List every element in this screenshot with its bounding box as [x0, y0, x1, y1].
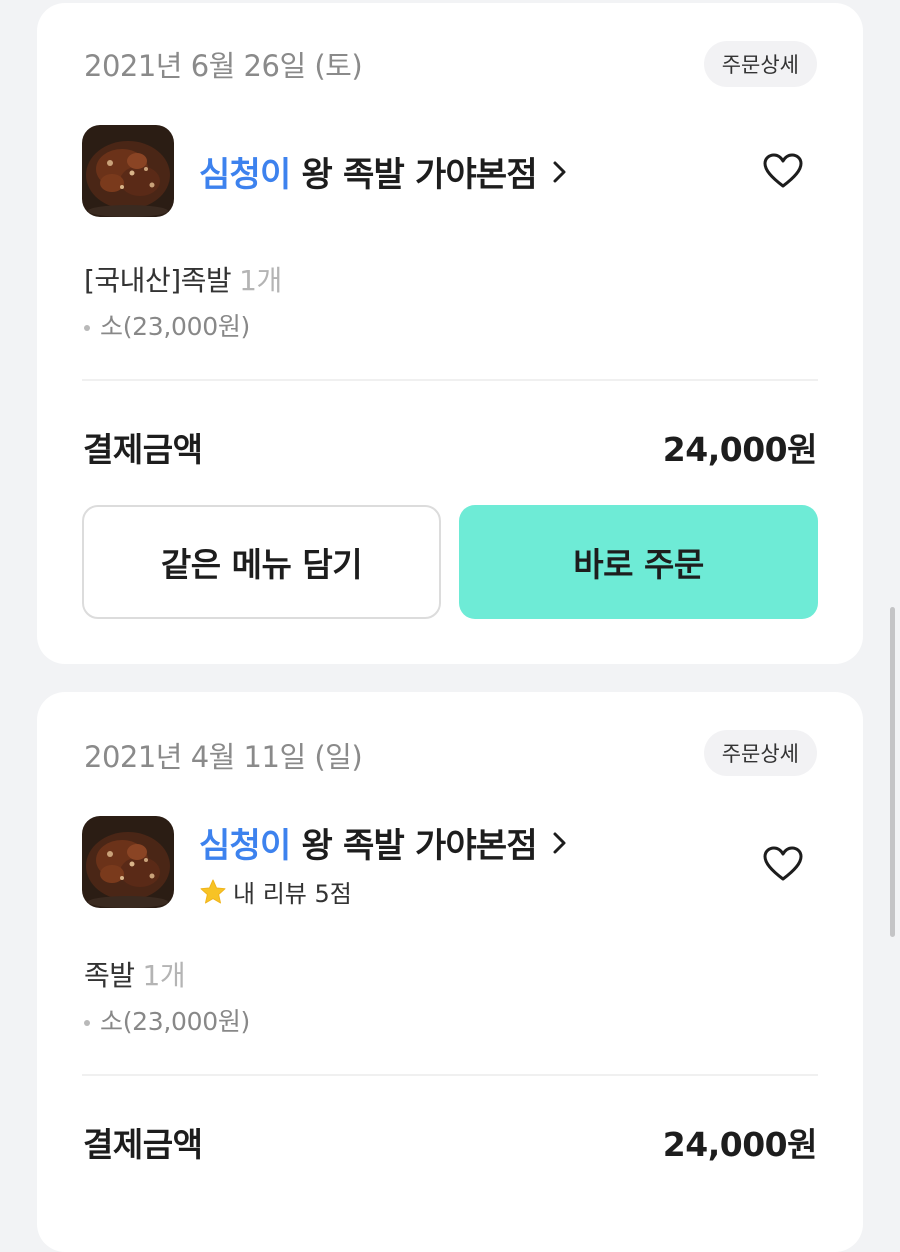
order-detail-button[interactable]: 주문상세	[703, 730, 817, 776]
heart-icon[interactable]	[763, 153, 803, 189]
store-link[interactable]: 심청이 왕 족발 가야본점	[199, 147, 569, 196]
store-link[interactable]: 심청이 왕 족발 가야본점	[199, 818, 569, 867]
menu-item: 족발 1개	[84, 954, 186, 994]
scrollbar[interactable]	[890, 607, 895, 937]
menu-option-text: 소(23,000원)	[100, 312, 250, 341]
menu-item-qty: 1개	[142, 959, 186, 992]
menu-item-name: 족발	[84, 959, 135, 992]
store-brand: 심청이	[199, 155, 291, 195]
order-detail-button[interactable]: 주문상세	[703, 41, 817, 87]
star-icon	[200, 879, 226, 903]
bullet-dot	[84, 325, 90, 331]
my-review[interactable]: 내 리뷰 5점	[199, 874, 352, 909]
store-thumbnail[interactable]	[82, 125, 174, 217]
menu-item: [국내산]족발 1개	[84, 259, 282, 299]
chevron-right-icon	[553, 161, 566, 182]
menu-item-qty: 1개	[239, 264, 282, 297]
order-now-button[interactable]: 바로 주문	[459, 505, 818, 619]
menu-item-name: [국내산]족발	[84, 264, 232, 297]
bullet-dot	[84, 1020, 90, 1026]
store-name: 왕 족발 가야본점	[301, 826, 537, 866]
add-same-menu-button[interactable]: 같은 메뉴 담기	[82, 505, 441, 619]
order-card: 2021년 6월 26일 (토) 주문상세 심청이 왕 족발 가야본점 [국내산…	[37, 3, 863, 664]
menu-option: 소(23,000원)	[84, 307, 250, 343]
payment-amount: 24,000원	[662, 1125, 818, 1164]
menu-option-text: 소(23,000원)	[100, 1007, 250, 1036]
food-image	[82, 816, 174, 908]
store-brand: 심청이	[199, 826, 291, 866]
menu-option: 소(23,000원)	[84, 1002, 250, 1038]
payment-amount: 24,000원	[662, 430, 818, 469]
heart-icon[interactable]	[763, 846, 803, 882]
order-date: 2021년 6월 26일 (토)	[84, 49, 363, 83]
divider	[82, 379, 818, 381]
order-card: 2021년 4월 11일 (일) 주문상세 심청이 왕 족발 가야본점 내 리뷰	[37, 692, 863, 1252]
payment-label: 결제금액	[83, 1125, 203, 1164]
store-name: 왕 족발 가야본점	[301, 155, 537, 195]
food-image	[82, 125, 174, 217]
chevron-right-icon	[553, 832, 566, 853]
divider	[82, 1074, 818, 1076]
review-text: 내 리뷰 5점	[233, 880, 352, 908]
store-thumbnail[interactable]	[82, 816, 174, 908]
payment-label: 결제금액	[83, 430, 203, 469]
order-date: 2021년 4월 11일 (일)	[84, 740, 363, 774]
